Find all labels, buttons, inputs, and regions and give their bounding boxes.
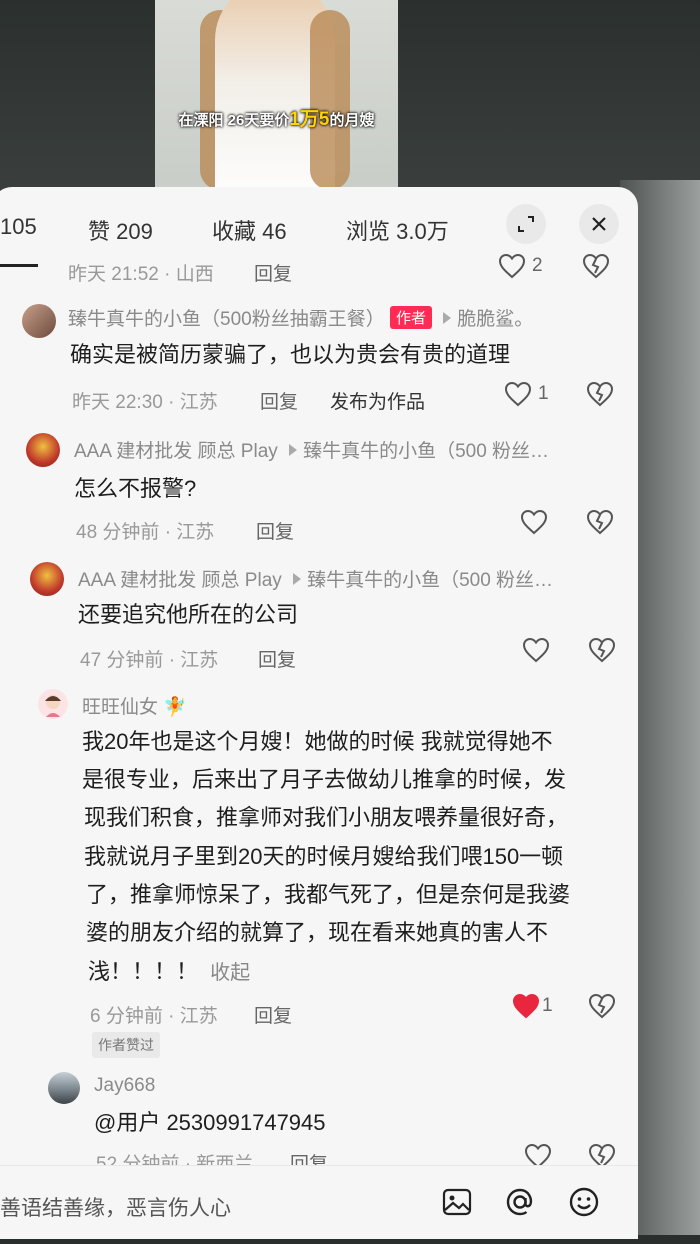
reply-button[interactable]: 回复: [254, 1001, 292, 1028]
comment-author[interactable]: 臻牛真牛的小鱼（500粉丝抽霸王餐）: [68, 309, 385, 330]
author-badge: 作者: [389, 306, 432, 329]
dislike-icon[interactable]: [588, 993, 616, 1019]
reply-arrow-icon: [293, 573, 302, 585]
collapse-button[interactable]: 收起: [210, 962, 250, 984]
publish-as-work-button[interactable]: 发布为作品: [330, 387, 425, 414]
heart-icon[interactable]: [522, 637, 550, 663]
reply-arrow-icon: [443, 312, 452, 324]
like-count: 1: [542, 995, 553, 1016]
expand-icon: [518, 216, 534, 232]
like-count: 2: [532, 255, 543, 276]
comments-sheet: 105 赞 209 收藏 46 浏览 3.0万 昨天 21:52 · 山西 回复…: [0, 187, 638, 1239]
comment-author-line: 旺旺仙女 🧚: [82, 692, 187, 719]
avatar[interactable]: [30, 562, 64, 596]
author-liked-badge: 作者赞过: [92, 1032, 160, 1058]
tab-favorites[interactable]: 收藏 46: [212, 214, 287, 246]
video-caption-highlight: 1万5: [289, 109, 330, 130]
fairy-emoji-icon: 🧚: [163, 697, 187, 718]
comment-author[interactable]: AAA 建材批发 顾总 Play: [74, 441, 278, 462]
dislike-icon[interactable]: [588, 637, 616, 663]
close-button[interactable]: [579, 204, 619, 244]
reply-button[interactable]: 回复: [260, 387, 298, 414]
avatar[interactable]: [26, 433, 60, 467]
dislike-icon[interactable]: [586, 381, 614, 407]
cartoon-avatar-icon: [45, 695, 61, 717]
video-caption: 在溧阳 26天要价1万5的月嫂: [178, 109, 375, 130]
avatar[interactable]: [38, 689, 68, 719]
comment-text: 怎么不报警?: [74, 476, 197, 501]
heart-filled-icon[interactable]: [512, 993, 540, 1019]
comment-text-line: 婆的朋友介绍的就算了，现在看来她真的害人不: [86, 920, 549, 945]
video-figure-hair-right: [310, 10, 350, 190]
image-icon[interactable]: [442, 1188, 472, 1216]
emoji-icon[interactable]: [568, 1186, 600, 1218]
comment-meta: 48 分钟前 · 江苏: [76, 522, 215, 543]
expand-button[interactable]: [506, 204, 546, 244]
comment-author-line: AAA 建材批发 顾总 Play 臻牛真牛的小鱼（500 粉丝…: [74, 436, 549, 463]
comment-text-line: 浅！！！！ 收起: [88, 954, 250, 991]
comment-text-line: 现我们积食，推拿师对我们小朋友喂养量很好奇，: [84, 805, 569, 830]
heart-icon[interactable]: [520, 509, 548, 535]
comment-meta: 6 分钟前 · 江苏: [90, 1006, 218, 1027]
video-thumbnail[interactable]: 在溧阳 26天要价1万5的月嫂: [155, 0, 398, 192]
comment-meta: 昨天 22:30 · 江苏: [72, 392, 218, 413]
reply-button[interactable]: 回复: [254, 259, 292, 286]
comment-author[interactable]: Jay668: [94, 1075, 155, 1097]
comment-meta: 47 分钟前 · 江苏: [80, 650, 219, 671]
tab-likes[interactable]: 赞 209: [88, 214, 153, 246]
comment-text: @用户 2530991747945: [94, 1110, 326, 1135]
comment-author[interactable]: AAA 建材批发 顾总 Play: [78, 570, 282, 591]
like-count: 1: [538, 383, 549, 404]
at-icon[interactable]: [504, 1186, 536, 1218]
comment-text-line: 我20年也是这个月嫂！她做的时候 我就觉得她不: [82, 729, 553, 754]
comment-author-line: 臻牛真牛的小鱼（500粉丝抽霸王餐） 作者 脆脆鲨。: [68, 304, 533, 331]
comment-author-line: AAA 建材批发 顾总 Play 臻牛真牛的小鱼（500 粉丝…: [78, 565, 553, 592]
comment-text-last: 浅！！！！: [88, 959, 199, 984]
comment-text-line: 了，推拿师惊呆了，我都气死了，但是奈何是我婆: [86, 882, 571, 907]
avatar[interactable]: [22, 304, 56, 338]
reply-target[interactable]: 脆脆鲨。: [457, 309, 533, 330]
comment-meta: 昨天 21:52 · 山西: [68, 264, 214, 285]
comment-text: 还要追究他所在的公司: [78, 602, 299, 627]
dislike-icon[interactable]: [586, 509, 614, 535]
reply-button[interactable]: 回复: [256, 517, 294, 544]
tab-views[interactable]: 浏览 3.0万: [346, 214, 449, 246]
heart-icon[interactable]: [504, 381, 532, 407]
comment-text-line: 是很专业，后来出了月子去做幼儿推拿的时候，发: [82, 767, 567, 792]
comment-input-placeholder[interactable]: 善语结善缘，恶言伤人心: [0, 1192, 231, 1222]
avatar[interactable]: [48, 1072, 80, 1104]
reply-arrow-icon: [289, 444, 298, 456]
comment-text-line: 我就说月子里到20天的时候月嫂给我们喂150一顿: [84, 844, 564, 869]
tab-underline: [0, 264, 38, 267]
heart-icon[interactable]: [498, 253, 526, 279]
reply-target[interactable]: 臻牛真牛的小鱼（500 粉丝…: [307, 570, 553, 591]
reply-button[interactable]: 回复: [258, 645, 296, 672]
comment-text: 确实是被简历蒙骗了，也以为贵会有贵的道理: [70, 342, 511, 367]
reply-target[interactable]: 臻牛真牛的小鱼（500 粉丝…: [303, 441, 549, 462]
tab-comments-count[interactable]: 105: [0, 214, 37, 240]
dislike-icon[interactable]: [582, 253, 610, 279]
comment-author[interactable]: 旺旺仙女: [82, 697, 158, 718]
close-icon: [592, 217, 606, 231]
comment-composer[interactable]: 善语结善缘，恶言伤人心: [0, 1165, 638, 1239]
